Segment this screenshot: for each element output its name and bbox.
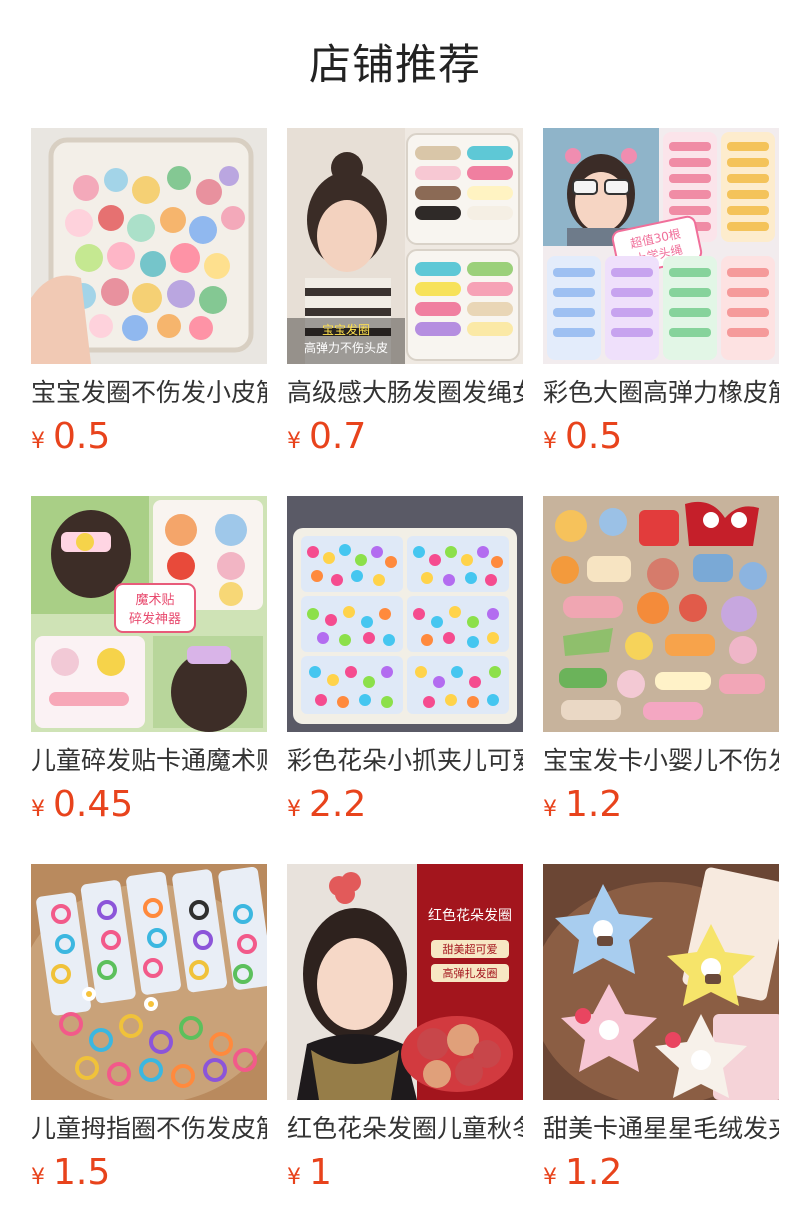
- product-price: ¥ 1.2: [543, 1151, 622, 1195]
- product-price: ¥ 1.5: [31, 1151, 110, 1195]
- currency-symbol: ¥: [543, 797, 557, 822]
- image-caption: 魔术贴: [135, 593, 174, 608]
- product-name[interactable]: 甜美卡通星星毛绒发夹: [543, 1112, 779, 1146]
- image-caption: 碎发神器: [129, 611, 181, 627]
- product-card[interactable]: 宝宝发圈 高弹力不伤头皮 高级感大肠发圈发绳女 ¥ 0.7: [287, 128, 523, 496]
- price-value: 0.45: [53, 784, 134, 825]
- price-value: 0.7: [309, 416, 367, 457]
- product-name[interactable]: 彩色大圈高弹力橡皮筋: [543, 376, 779, 410]
- product-price: ¥ 2.2: [287, 783, 366, 827]
- product-name[interactable]: 儿童拇指圈不伤发皮筋: [31, 1112, 267, 1146]
- girl-hair-ties-box-image[interactable]: 宝宝发圈 高弹力不伤头皮: [287, 128, 523, 364]
- product-price: ¥ 0.7: [287, 415, 366, 459]
- product-card[interactable]: 红色花朵发圈 甜美超可爱 高弹扎发圈 红色花朵发圈儿童秋冬 ¥ 1: [287, 864, 523, 1232]
- baby-hair-clips-image[interactable]: [543, 496, 779, 732]
- product-card[interactable]: 彩色花朵小抓夹儿可爱 ¥ 2.2: [287, 496, 523, 864]
- price-value: 1: [309, 1152, 332, 1193]
- product-card[interactable]: 甜美卡通星星毛绒发夹 ¥ 1.2: [543, 864, 779, 1232]
- girl-sunglasses-hair-ties-image[interactable]: 超值30根 上学头绳: [543, 128, 779, 364]
- product-name[interactable]: 彩色花朵小抓夹儿可爱: [287, 744, 523, 778]
- hair-ties-bag-image[interactable]: [31, 128, 267, 364]
- currency-symbol: ¥: [287, 797, 301, 822]
- currency-symbol: ¥: [31, 1165, 45, 1190]
- product-card[interactable]: 儿童拇指圈不伤发皮筋 ¥ 1.5: [31, 864, 267, 1232]
- product-name[interactable]: 高级感大肠发圈发绳女: [287, 376, 523, 410]
- currency-symbol: ¥: [543, 1165, 557, 1190]
- currency-symbol: ¥: [287, 1165, 301, 1190]
- red-flower-scrunchie-image[interactable]: 红色花朵发圈 甜美超可爱 高弹扎发圈: [287, 864, 523, 1100]
- currency-symbol: ¥: [287, 429, 301, 454]
- product-grid: 宝宝发圈不伤发小皮筋 ¥ 0.5 宝宝发圈 高弹力不伤头皮 高级感大肠发圈发绳女…: [31, 128, 779, 1232]
- product-price: ¥ 0.45: [31, 783, 133, 827]
- currency-symbol: ¥: [543, 429, 557, 454]
- product-price: ¥ 0.5: [543, 415, 622, 459]
- product-name[interactable]: 儿童碎发贴卡通魔术贴: [31, 744, 267, 778]
- price-value: 2.2: [309, 784, 367, 825]
- magic-hair-patch-image[interactable]: 魔术贴 碎发神器: [31, 496, 267, 732]
- flower-claw-clips-image[interactable]: [287, 496, 523, 732]
- image-caption: 甜美超可爱: [443, 942, 498, 956]
- product-name[interactable]: 红色花朵发圈儿童秋冬: [287, 1112, 523, 1146]
- product-price: ¥ 1: [287, 1151, 332, 1195]
- price-value: 0.5: [565, 416, 623, 457]
- product-name[interactable]: 宝宝发卡小婴儿不伤发: [543, 744, 779, 778]
- image-caption: 红色花朵发圈: [428, 907, 512, 924]
- price-value: 1.2: [565, 1152, 623, 1193]
- product-price: ¥ 1.2: [543, 783, 622, 827]
- product-card[interactable]: 宝宝发卡小婴儿不伤发 ¥ 1.2: [543, 496, 779, 864]
- price-value: 0.5: [53, 416, 111, 457]
- product-price: ¥ 0.5: [31, 415, 110, 459]
- product-card[interactable]: 超值30根 上学头绳 彩色大圈高弹力橡皮筋 ¥ 0.5: [543, 128, 779, 496]
- product-card[interactable]: 宝宝发圈不伤发小皮筋 ¥ 0.5: [31, 128, 267, 496]
- image-caption: 高弹扎发圈: [443, 966, 498, 980]
- price-value: 1.5: [53, 1152, 111, 1193]
- thumb-hair-rings-image[interactable]: [31, 864, 267, 1100]
- currency-symbol: ¥: [31, 429, 45, 454]
- currency-symbol: ¥: [31, 797, 45, 822]
- image-caption: 高弹力不伤头皮: [304, 340, 388, 355]
- price-value: 1.2: [565, 784, 623, 825]
- product-card[interactable]: 魔术贴 碎发神器 儿童碎发贴卡通魔术贴 ¥ 0.45: [31, 496, 267, 864]
- product-name[interactable]: 宝宝发圈不伤发小皮筋: [31, 376, 267, 410]
- star-plush-clips-image[interactable]: [543, 864, 779, 1100]
- page-title: 店铺推荐: [308, 40, 481, 89]
- image-caption: 宝宝发圈: [322, 322, 370, 337]
